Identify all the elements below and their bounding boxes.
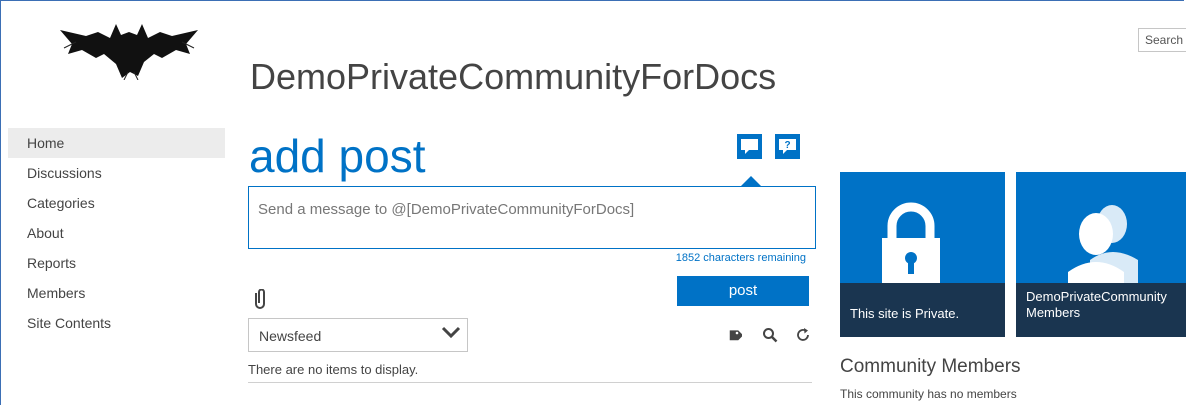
svg-text:?: ? bbox=[784, 140, 790, 151]
feed-empty-message: There are no items to display. bbox=[248, 362, 419, 377]
lock-icon bbox=[882, 202, 940, 286]
community-members-empty-message: This community has no members bbox=[840, 387, 1017, 401]
search-input[interactable]: Search bbox=[1138, 28, 1186, 52]
community-members-heading: Community Members bbox=[840, 356, 1021, 377]
refresh-icon[interactable] bbox=[795, 327, 811, 343]
members-tile[interactable]: DemoPrivateCommunity Members bbox=[1016, 172, 1186, 337]
private-tile-caption: This site is Private. bbox=[840, 283, 1005, 337]
characters-remaining: 1852 characters remaining bbox=[675, 252, 806, 264]
paperclip-icon[interactable] bbox=[253, 289, 267, 309]
newsfeed-dropdown[interactable]: Newsfeed bbox=[248, 318, 468, 352]
divider bbox=[248, 382, 812, 383]
add-post-heading: add post bbox=[249, 130, 426, 182]
members-tile-caption: DemoPrivateCommunity Members bbox=[1016, 283, 1186, 337]
quick-launch-nav: Home Discussions Categories About Report… bbox=[8, 128, 225, 338]
post-button[interactable]: post bbox=[677, 276, 809, 306]
private-tile-text: This site is Private. bbox=[850, 306, 960, 321]
selected-mode-pointer bbox=[741, 176, 761, 186]
site-logo[interactable] bbox=[58, 22, 200, 80]
nav-item-site-contents[interactable]: Site Contents bbox=[8, 308, 225, 338]
search-icon[interactable] bbox=[762, 327, 778, 343]
nav-item-members[interactable]: Members bbox=[8, 278, 225, 308]
site-title[interactable]: DemoPrivateCommunityForDocs bbox=[250, 56, 776, 98]
nav-item-reports[interactable]: Reports bbox=[8, 248, 225, 278]
nav-item-about[interactable]: About bbox=[8, 218, 225, 248]
private-site-tile[interactable]: This site is Private. bbox=[840, 172, 1005, 337]
members-tile-text-line1: DemoPrivateCommunity bbox=[1026, 289, 1167, 304]
question-icon[interactable]: ? bbox=[775, 134, 800, 159]
tag-icon[interactable] bbox=[726, 328, 742, 344]
nav-item-home[interactable]: Home bbox=[8, 128, 225, 158]
chevron-down-icon[interactable] bbox=[441, 325, 461, 341]
nav-item-categories[interactable]: Categories bbox=[8, 188, 225, 218]
people-icon bbox=[1068, 205, 1138, 288]
members-tile-text-line2: Members bbox=[1026, 305, 1081, 320]
comment-icon[interactable] bbox=[737, 134, 762, 159]
message-input[interactable]: Send a message to @[DemoPrivateCommunity… bbox=[248, 186, 816, 249]
nav-item-discussions[interactable]: Discussions bbox=[8, 158, 225, 188]
